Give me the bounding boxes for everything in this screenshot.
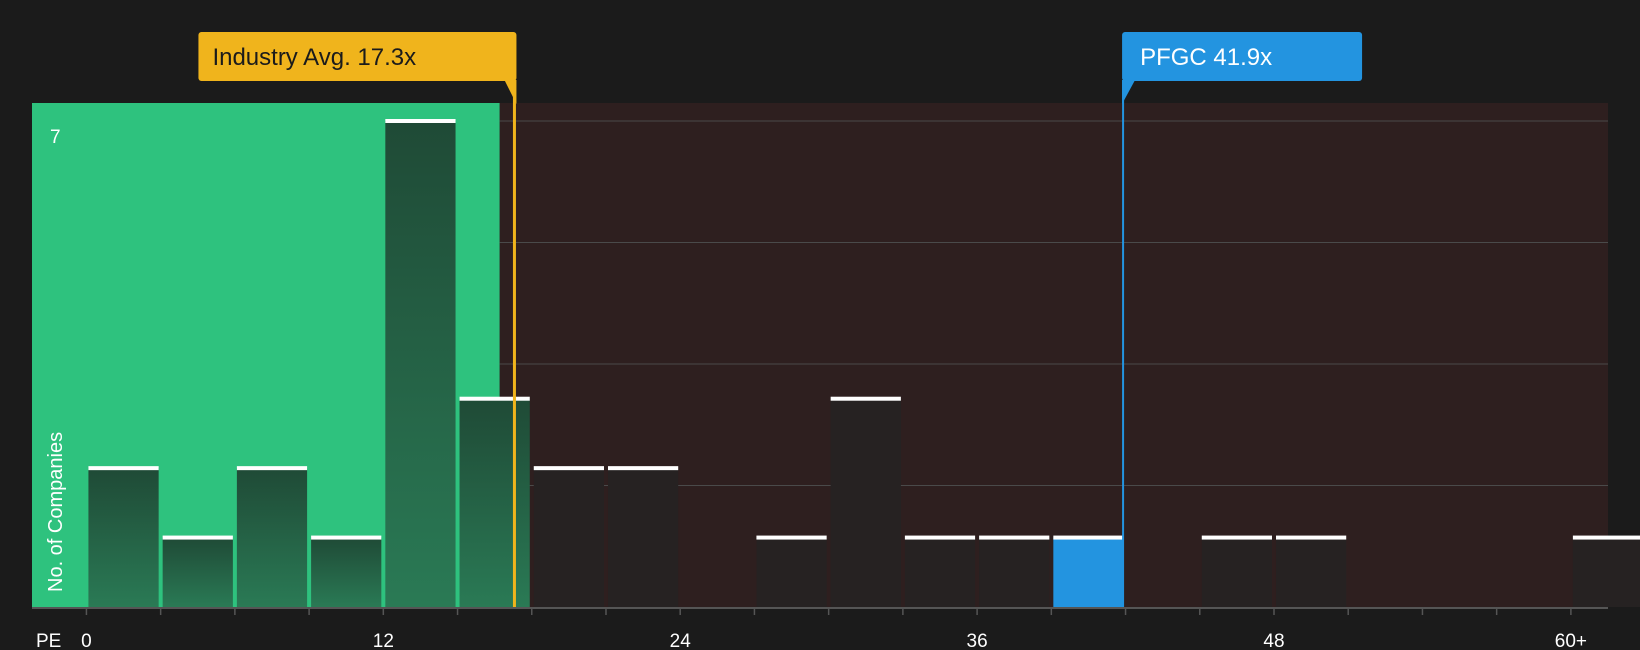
x-tick-label: 36: [967, 631, 988, 650]
bar: [88, 468, 159, 607]
x-tick-label: 24: [670, 631, 692, 650]
bar: [1201, 537, 1272, 607]
bar: [311, 537, 382, 607]
bar-cap: [88, 466, 159, 471]
bar-cap: [1572, 535, 1640, 540]
bar: [533, 468, 604, 607]
bar-cap: [459, 396, 530, 401]
bar-cap: [607, 466, 679, 471]
bar: [1053, 537, 1124, 607]
bar-cap: [1053, 535, 1124, 540]
bar: [607, 468, 679, 607]
bar-cap: [1201, 535, 1272, 540]
bar: [904, 537, 976, 607]
bar: [830, 398, 901, 607]
x-tick-label: 12: [373, 631, 394, 650]
industry-avg-label: Industry Avg. 17.3x: [212, 44, 416, 71]
bar: [1572, 537, 1640, 607]
company-label: PFGC 41.9x: [1140, 44, 1272, 71]
y-tick-label: 7: [50, 127, 61, 148]
bar-cap: [236, 466, 308, 471]
bar-cap: [385, 119, 456, 123]
bar-cap: [830, 396, 901, 401]
x-tick-label: 48: [1263, 631, 1284, 650]
bar-cap: [979, 535, 1050, 540]
x-tick-label: 60+: [1555, 631, 1587, 650]
bar-cap: [756, 535, 827, 540]
bar-cap: [162, 535, 233, 540]
bar: [459, 398, 530, 607]
x-axis-label: PE: [36, 631, 61, 650]
bar: [236, 468, 308, 607]
bar: [756, 537, 827, 607]
bar: [979, 537, 1050, 607]
bar: [385, 121, 456, 607]
pe-distribution-chart: 7 No. of Companies PE 0 12 24 36 48 60+ Indus…: [0, 0, 1640, 650]
bar: [1275, 537, 1347, 607]
bar-cap: [904, 535, 976, 540]
bar-cap: [311, 535, 382, 540]
x-tick-label: 0: [81, 631, 92, 650]
bar-cap: [1275, 535, 1347, 540]
bar: [162, 537, 233, 607]
y-axis-label: No. of Companies: [45, 432, 67, 592]
bar-cap: [533, 466, 604, 471]
